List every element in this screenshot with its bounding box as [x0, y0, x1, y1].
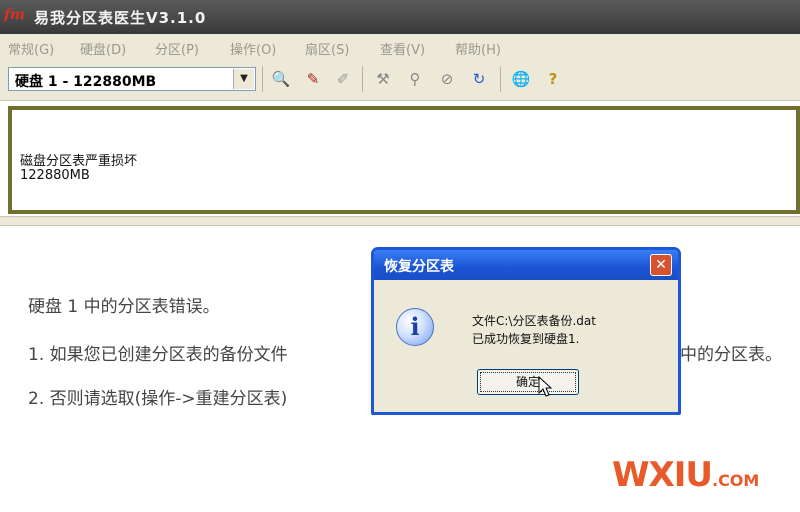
- disk-select[interactable]: 硬盘 1 - 122880MB ▼: [8, 67, 256, 91]
- toolbar-separator: [262, 66, 263, 92]
- ok-button[interactable]: 确定: [477, 369, 579, 395]
- menu-partition[interactable]: 分区(P): [155, 39, 199, 58]
- edit-disabled-icon[interactable]: ✐: [332, 68, 354, 90]
- menu-help[interactable]: 帮助(H): [455, 39, 501, 58]
- instruction-line-2: 2. 否则请选取(操作->重建分区表): [28, 389, 288, 409]
- cancel-icon[interactable]: ⊘: [436, 68, 458, 90]
- disk-select-value: 硬盘 1 - 122880MB: [15, 74, 157, 90]
- toolbar-separator: [500, 66, 501, 92]
- zoom-icon[interactable]: ⚲: [404, 68, 426, 90]
- watermark-brand: WXIU: [612, 455, 713, 495]
- info-icon: i: [396, 308, 434, 346]
- menu-view[interactable]: 查看(V): [380, 39, 425, 58]
- app-logo-icon: fm: [4, 7, 25, 23]
- refresh-icon[interactable]: ↻: [468, 68, 490, 90]
- menu-sector[interactable]: 扇区(S): [305, 39, 349, 58]
- toolbar: 硬盘 1 - 122880MB ▼ 🔍 ✎ ✐ ⚒ ⚲ ⊘ ↻ 🌐 ?: [0, 60, 800, 101]
- chevron-down-icon[interactable]: ▼: [233, 69, 254, 89]
- write-table-icon[interactable]: ✎: [302, 68, 324, 90]
- search-partition-icon[interactable]: 🔍: [270, 68, 292, 90]
- window-title: 易我分区表医生V3.1.0: [34, 9, 207, 27]
- menu-general[interactable]: 常规(G): [8, 39, 54, 58]
- dialog-message-line-2: 已成功恢复到硬盘1.: [472, 332, 580, 346]
- mouse-cursor-icon: [538, 376, 552, 397]
- partition-status: 磁盘分区表严重损坏: [20, 154, 138, 169]
- menu-disk[interactable]: 硬盘(D): [80, 39, 126, 58]
- instruction-line-1: 1. 如果您已创建分区表的备份文件: [28, 345, 288, 365]
- dialog-titlebar[interactable]: 恢复分区表 ✕: [374, 250, 678, 280]
- menu-operation[interactable]: 操作(O): [230, 39, 276, 58]
- error-message: 硬盘 1 中的分区表错误。: [28, 297, 220, 317]
- globe-icon[interactable]: 🌐: [510, 68, 532, 90]
- panel-splitter[interactable]: [0, 216, 800, 226]
- tools-icon[interactable]: ⚒: [372, 68, 394, 90]
- restore-dialog: 恢复分区表 ✕ i 文件C:\分区表备份.dat 已成功恢复到硬盘1. 确定: [371, 247, 681, 415]
- window-titlebar: fm 易我分区表医生V3.1.0: [0, 0, 800, 34]
- toolbar-separator: [362, 66, 363, 92]
- dialog-message-line-1: 文件C:\分区表备份.dat: [472, 314, 596, 328]
- disk-size: 122880MB: [20, 168, 90, 183]
- menu-bar: 常规(G) 硬盘(D) 分区(P) 操作(O) 扇区(S) 查看(V) 帮助(H…: [0, 34, 800, 61]
- watermark-logo: WXIU.COM: [612, 455, 759, 495]
- watermark-suffix: .COM: [711, 471, 760, 490]
- instruction-line-1-tail: 中的分区表。: [680, 345, 782, 365]
- close-icon[interactable]: ✕: [650, 254, 672, 276]
- dialog-title: 恢复分区表: [384, 259, 454, 275]
- help-icon[interactable]: ?: [542, 68, 564, 90]
